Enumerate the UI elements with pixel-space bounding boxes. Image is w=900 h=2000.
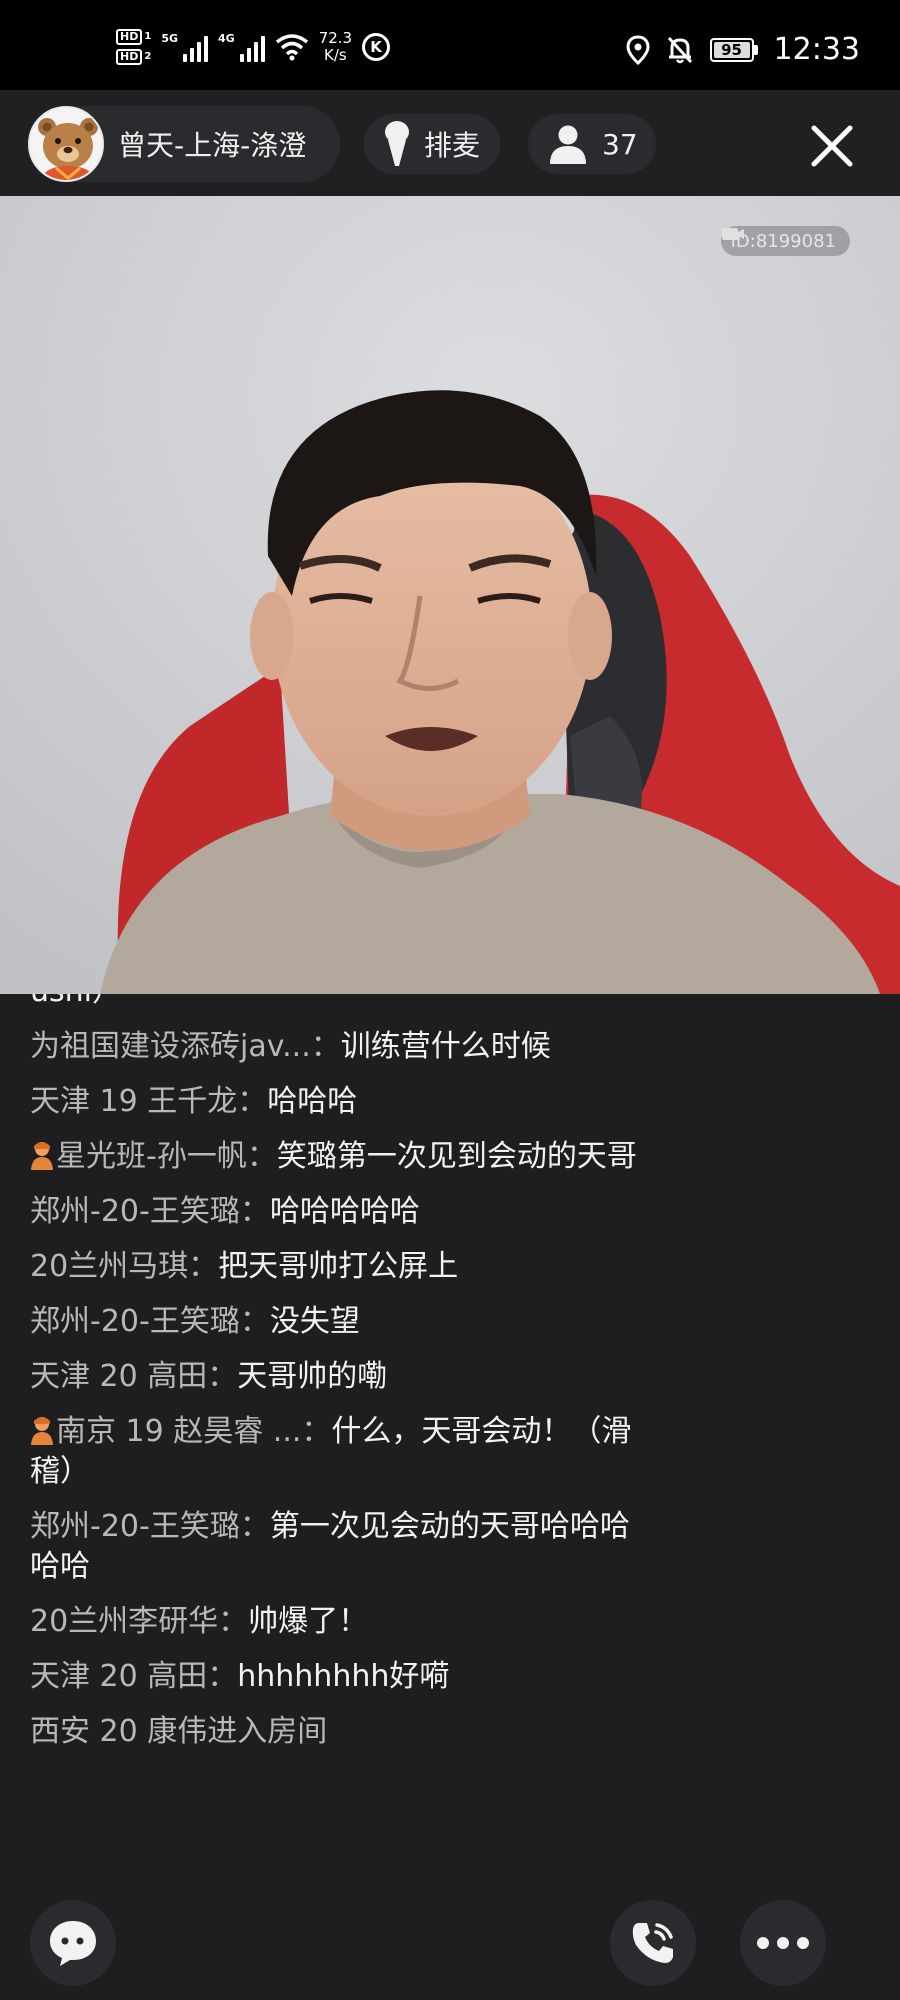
chat-username[interactable]: 20兰州李研华： [30,1604,248,1639]
network-speed: 72.3 K/s [319,30,352,64]
queue-mic-label: 排麦 [424,129,481,162]
more-icon [757,1937,809,1949]
chat-message[interactable]: 为祖国建设添砖jav...：训练营什么时候 [30,1027,650,1067]
chat-text: 笑璐第一次见到会动的天哥 [276,1139,637,1174]
chat-username[interactable]: 为祖国建设添砖jav...： [30,1029,341,1064]
sim-indicators: HD 1 HD 2 [116,29,151,65]
chat-input-button[interactable] [30,1900,116,1986]
room-id: ID:8199081 [730,230,836,252]
chat-text: 哈哈哈 [267,1084,358,1119]
room-header: 曾天-上海-涤澄 排麦 37 [0,90,900,196]
chat-text: 帅爆了！ [248,1604,369,1639]
chat-bubble-icon [50,1921,96,1966]
audience-count-button[interactable]: 37 [528,114,656,174]
chat-username[interactable]: 郑州-20-王笑璐： [30,1194,270,1229]
chat-message[interactable]: 20兰州马琪：把天哥帅打公屏上 [30,1247,650,1287]
chat-message[interactable]: 南京 19 赵昊睿 ...：什么，天哥会动！（滑稽） [30,1412,650,1492]
chat-username[interactable]: 南京 19 赵昊睿 ...： [56,1414,331,1449]
video-frame-image [0,196,900,994]
status-left: HD 1 HD 2 5G 4G 72.3 K/s K [116,26,391,68]
wifi-icon [275,34,308,61]
sim1-index: 1 [144,31,152,42]
live-video[interactable]: ID:8199081 [0,196,900,994]
voice-call-button[interactable] [610,1900,696,1986]
phone-call-icon [632,1923,673,1963]
chat-message[interactable]: 星光班-孙一帆：笑璐第一次见到会动的天哥 [30,1137,650,1177]
queue-mic-button[interactable]: 排麦 [364,114,500,174]
camera-icon [721,228,744,240]
chat-panel[interactable]: ushi）为祖国建设添砖jav...：训练营什么时候天津 19 王千龙：哈哈哈星… [0,994,900,1894]
chat-message[interactable]: 郑州-20-王笑璐：哈哈哈哈哈 [30,1192,650,1232]
sim1-hd: HD [116,29,143,45]
sim1-indicator: HD 1 [116,29,151,45]
chat-text: 哈哈哈哈哈 [269,1194,420,1229]
chat-username[interactable]: 20兰州马琪： [30,1249,218,1284]
sim2-hd: HD [116,49,143,65]
signal-icon-2: 4G [218,32,265,62]
chat-username[interactable]: 天津 20 高田： [30,1359,237,1394]
network1-label: 5G [161,32,178,45]
chat-message[interactable]: 郑州-20-王笑璐：没失望 [30,1302,650,1342]
app-indicator-icon: K [362,33,391,61]
signal-icon-1: 5G [161,32,208,62]
app-indicator-letter: K [370,38,382,56]
close-icon[interactable] [810,124,854,168]
chat-text: ushi） [30,994,122,1009]
chat-join-notice: 西安 20 康伟进入房间 [30,1714,328,1749]
chat-message[interactable]: 天津 20 高田：天哥帅的嘞 [30,1357,650,1397]
bear-avatar-icon [30,108,102,180]
user-badge-icon [30,1140,54,1170]
chat-message[interactable]: 天津 20 高田：hhhhhhhh好嗬 [30,1657,650,1697]
battery-icon: 95 [709,38,758,62]
speed-value: 72.3 [318,29,353,47]
clock: 12:33 [773,32,860,67]
live-room-screen: HD 1 HD 2 5G 4G 72.3 K/s K 95 12:33 曾天-上… [0,0,900,2000]
chat-list[interactable]: ushi）为祖国建设添砖jav...：训练营什么时候天津 19 王千龙：哈哈哈星… [30,994,650,1767]
chat-username[interactable]: 天津 19 王千龙： [30,1084,267,1119]
status-right: 95 12:33 [626,30,860,70]
mute-bell-icon [667,36,692,64]
location-icon [626,35,650,65]
microphone-icon [385,121,409,166]
chat-text: 把天哥帅打公屏上 [218,1249,459,1284]
chat-username[interactable]: 郑州-20-王笑璐： [30,1509,270,1544]
speed-unit: K/s [324,46,347,64]
status-bar: HD 1 HD 2 5G 4G 72.3 K/s K 95 12:33 [0,0,900,90]
chat-username[interactable]: 天津 20 高田： [30,1659,237,1694]
chat-message[interactable]: 天津 19 王千龙：哈哈哈 [30,1082,650,1122]
chat-text: 训练营什么时候 [340,1029,551,1064]
more-options-button[interactable] [740,1900,826,1986]
sim2-indicator: HD 2 [116,49,151,65]
room-id-badge: ID:8199081 [720,226,850,256]
sim2-index: 2 [144,51,152,62]
chat-username[interactable]: 郑州-20-王笑璐： [30,1304,270,1339]
chat-message[interactable]: ushi） [30,994,650,1012]
host-profile-pill[interactable]: 曾天-上海-涤澄 [28,106,340,182]
person-icon [550,125,586,164]
network2-label: 4G [218,32,235,45]
host-avatar[interactable] [28,106,104,182]
chat-text: 天哥帅的嘞 [237,1359,388,1394]
user-badge-icon [30,1415,54,1445]
chat-text: 没失望 [269,1304,360,1339]
host-name[interactable]: 曾天-上海-涤澄 [118,124,306,164]
chat-message[interactable]: 郑州-20-王笑璐：第一次见会动的天哥哈哈哈哈哈 [30,1507,650,1587]
chat-message[interactable]: 20兰州李研华：帅爆了！ [30,1602,650,1642]
chat-text: hhhhhhhh好嗬 [237,1659,450,1694]
audience-count: 37 [602,127,638,161]
battery-level: 95 [713,42,750,58]
chat-username[interactable]: 星光班-孙一帆： [56,1139,277,1174]
